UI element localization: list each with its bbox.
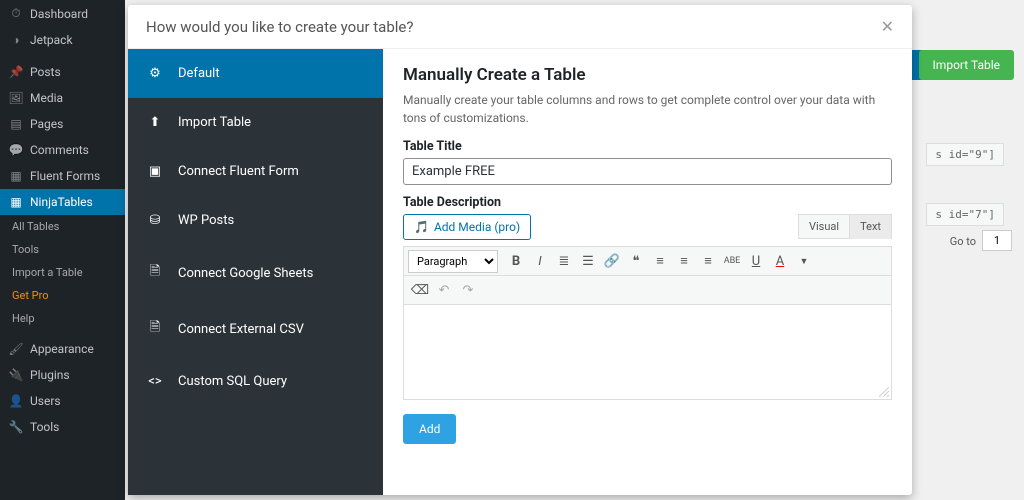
tab-text[interactable]: Text bbox=[849, 214, 892, 239]
undo-icon[interactable]: ↶ bbox=[432, 278, 456, 302]
editor-toolbar-row2: ⌫ ↶ ↷ bbox=[403, 276, 892, 305]
underline-icon[interactable]: U bbox=[744, 249, 768, 273]
pin-icon: 📌 bbox=[8, 65, 24, 79]
add-button[interactable]: Add bbox=[403, 414, 456, 444]
camera-icon: 🖼 bbox=[8, 91, 24, 105]
strike-icon[interactable]: ABE bbox=[720, 249, 744, 273]
sidebar-item-appearance[interactable]: 🖌Appearance bbox=[0, 336, 125, 362]
sidebar-sub-alltables[interactable]: All Tables bbox=[0, 215, 125, 238]
form-icon: ▣ bbox=[146, 164, 164, 179]
wp-admin-sidebar: ⏱Dashboard ◑Jetpack 📌Posts 🖼Media ▤Pages… bbox=[0, 0, 125, 500]
nav-fluent-form[interactable]: ▣Connect Fluent Form bbox=[128, 147, 383, 196]
goto-label: Go to bbox=[950, 235, 976, 248]
sidebar-item-users[interactable]: 👤Users bbox=[0, 388, 125, 414]
tab-visual[interactable]: Visual bbox=[798, 214, 850, 239]
italic-icon[interactable]: I bbox=[528, 249, 552, 273]
goto-input[interactable] bbox=[982, 230, 1012, 251]
code-icon: <> bbox=[146, 374, 164, 389]
nav-sql-query[interactable]: <>Custom SQL Query bbox=[128, 357, 383, 406]
sidebar-sub-tools[interactable]: Tools bbox=[0, 238, 125, 261]
redo-icon[interactable]: ↷ bbox=[456, 278, 480, 302]
nav-import-table[interactable]: ⬆Import Table bbox=[128, 98, 383, 147]
sidebar-item-pages[interactable]: ▤Pages bbox=[0, 111, 125, 137]
user-icon: 👤 bbox=[8, 394, 24, 408]
gear-icon: ⚙ bbox=[146, 66, 164, 81]
sidebar-item-dashboard[interactable]: ⏱Dashboard bbox=[0, 0, 125, 27]
shortcode-snippet: s id="7"] bbox=[926, 203, 1004, 226]
content-description: Manually create your table columns and r… bbox=[403, 91, 892, 127]
table-desc-label: Table Description bbox=[403, 195, 892, 210]
sidebar-sub-help[interactable]: Help bbox=[0, 307, 125, 330]
description-editor[interactable] bbox=[403, 305, 892, 400]
modal-content: Manually Create a Table Manually create … bbox=[383, 49, 912, 495]
page-icon: ▤ bbox=[8, 117, 24, 131]
chevron-down-icon[interactable]: ▼ bbox=[792, 249, 816, 273]
nav-default[interactable]: ⚙Default bbox=[128, 49, 383, 98]
plug-icon: 🔌 bbox=[8, 368, 24, 382]
media-icon: 🎵 bbox=[414, 220, 429, 234]
align-left-icon[interactable]: ≡ bbox=[648, 249, 672, 273]
comment-icon: 💬 bbox=[8, 143, 24, 157]
modal-title: How would you like to create your table? bbox=[146, 18, 413, 36]
sidebar-item-media[interactable]: 🖼Media bbox=[0, 85, 125, 111]
resize-handle-icon[interactable] bbox=[879, 387, 889, 397]
modal-nav: ⚙Default ⬆Import Table ▣Connect Fluent F… bbox=[128, 49, 383, 495]
brush-icon: 🖌 bbox=[8, 342, 24, 356]
modal-header: How would you like to create your table?… bbox=[128, 5, 912, 49]
sidebar-item-comments[interactable]: 💬Comments bbox=[0, 137, 125, 163]
nav-external-csv[interactable]: 🗎Connect External CSV bbox=[128, 301, 383, 357]
paragraph-select[interactable]: Paragraph bbox=[408, 250, 498, 273]
text-color-icon[interactable]: A bbox=[768, 249, 792, 273]
speedometer-icon: ⏱ bbox=[8, 6, 24, 21]
sidebar-item-posts[interactable]: 📌Posts bbox=[0, 59, 125, 85]
sidebar-item-jetpack[interactable]: ◑Jetpack bbox=[0, 27, 125, 53]
sidebar-sub-getpro[interactable]: Get Pro bbox=[0, 284, 125, 307]
upload-icon: ⬆ bbox=[146, 115, 164, 130]
table-title-input[interactable] bbox=[403, 158, 892, 185]
sidebar-item-ninjatables[interactable]: ▦NinjaTables bbox=[0, 189, 125, 215]
table-title-label: Table Title bbox=[403, 139, 892, 154]
content-heading: Manually Create a Table bbox=[403, 65, 892, 85]
sidebar-item-tools[interactable]: 🔧Tools bbox=[0, 414, 125, 440]
bullet-list-icon[interactable]: ≣ bbox=[552, 249, 576, 273]
bold-icon[interactable]: B bbox=[504, 249, 528, 273]
sidebar-sub-import[interactable]: Import a Table bbox=[0, 261, 125, 284]
number-list-icon[interactable]: ☰ bbox=[576, 249, 600, 273]
clear-icon[interactable]: ⌫ bbox=[408, 278, 432, 302]
link-icon[interactable]: 🔗 bbox=[600, 249, 624, 273]
nav-google-sheets[interactable]: 🗎Connect Google Sheets bbox=[128, 245, 383, 301]
align-center-icon[interactable]: ≡ bbox=[672, 249, 696, 273]
sidebar-item-fluentforms[interactable]: ▦Fluent Forms bbox=[0, 163, 125, 189]
sidebar-item-plugins[interactable]: 🔌Plugins bbox=[0, 362, 125, 388]
nav-wp-posts[interactable]: ⛁WP Posts bbox=[128, 196, 383, 245]
circle-icon: ◑ bbox=[8, 33, 24, 47]
add-media-button[interactable]: 🎵Add Media (pro) bbox=[403, 214, 531, 240]
close-icon[interactable]: ✕ bbox=[881, 17, 894, 36]
wrench-icon: 🔧 bbox=[8, 420, 24, 434]
form-icon: ▦ bbox=[8, 169, 24, 183]
editor-toolbar: Paragraph B I ≣ ☰ 🔗 ❝ ≡ ≡ ≡ ABE U A ▼ bbox=[403, 246, 892, 276]
import-table-button[interactable]: Import Table bbox=[919, 50, 1014, 80]
sheet-icon: 🗎 bbox=[146, 318, 164, 340]
database-icon: ⛁ bbox=[146, 213, 164, 228]
table-icon: ▦ bbox=[8, 195, 24, 209]
shortcode-snippet: s id="9"] bbox=[926, 143, 1004, 166]
sheet-icon: 🗎 bbox=[146, 262, 164, 284]
quote-icon[interactable]: ❝ bbox=[624, 249, 648, 273]
create-table-modal: How would you like to create your table?… bbox=[128, 5, 912, 495]
align-right-icon[interactable]: ≡ bbox=[696, 249, 720, 273]
